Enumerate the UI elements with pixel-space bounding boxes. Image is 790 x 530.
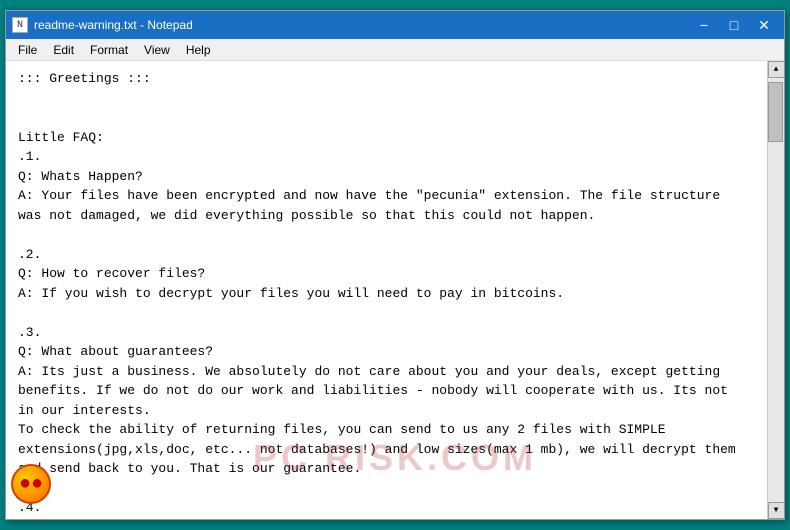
menu-view[interactable]: View — [136, 41, 178, 59]
scroll-track[interactable] — [768, 78, 784, 502]
menu-bar: File Edit Format View Help — [6, 39, 784, 61]
text-editor[interactable] — [6, 61, 767, 519]
menu-file[interactable]: File — [10, 41, 45, 59]
scroll-down-button[interactable]: ▼ — [768, 502, 785, 519]
window-controls: − □ ✕ — [690, 15, 778, 35]
scrollbar[interactable]: ▲ ▼ — [767, 61, 784, 519]
scroll-thumb[interactable] — [768, 82, 783, 142]
minimize-button[interactable]: − — [690, 15, 718, 35]
close-button[interactable]: ✕ — [750, 15, 778, 35]
menu-help[interactable]: Help — [178, 41, 219, 59]
window-title: readme-warning.txt - Notepad — [34, 18, 690, 32]
maximize-button[interactable]: □ — [720, 15, 748, 35]
menu-edit[interactable]: Edit — [45, 41, 82, 59]
content-wrapper: ▲ ▼ PC RISK.COM ●● — [6, 61, 784, 519]
notepad-window: N readme-warning.txt - Notepad − □ ✕ Fil… — [5, 10, 785, 520]
title-bar: N readme-warning.txt - Notepad − □ ✕ — [6, 11, 784, 39]
menu-format[interactable]: Format — [82, 41, 136, 59]
scroll-up-button[interactable]: ▲ — [768, 61, 785, 78]
app-icon: N — [12, 17, 28, 33]
